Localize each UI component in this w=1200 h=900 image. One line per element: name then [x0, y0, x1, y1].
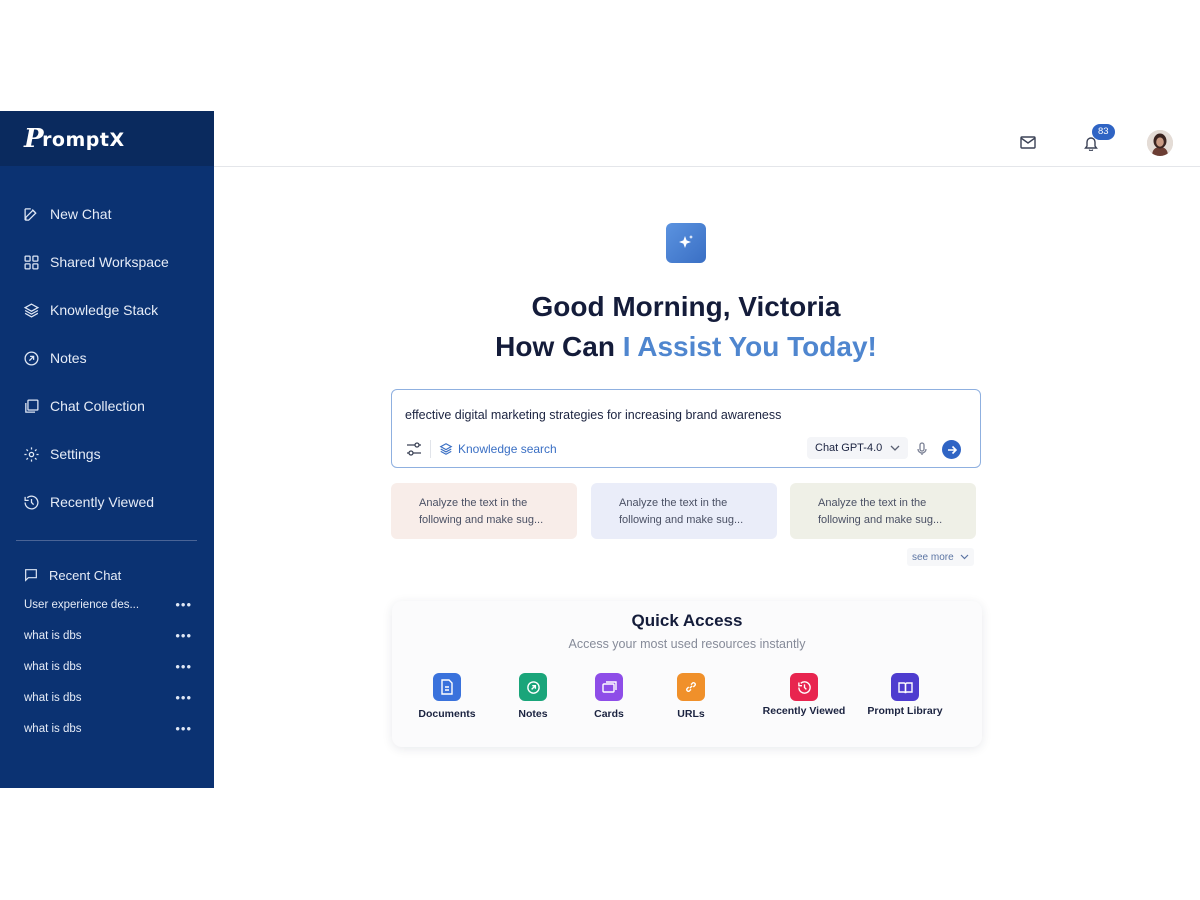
logo-bar: PromptX: [0, 111, 214, 166]
sidebar-item-knowledge-stack[interactable]: Knowledge Stack: [0, 286, 214, 334]
history-icon: [790, 673, 818, 701]
sidebar-item-recently-viewed[interactable]: Recently Viewed: [0, 478, 214, 526]
sidebar-item-notes[interactable]: Notes: [0, 334, 214, 382]
sidebar-item-shared-workspace[interactable]: Shared Workspace: [0, 238, 214, 286]
avatar-image: [1147, 130, 1173, 156]
quick-access-documents[interactable]: Documents: [397, 673, 497, 720]
sidebar-item-label: Settings: [50, 446, 101, 462]
knowledge-search-button[interactable]: Knowledge search: [439, 442, 557, 456]
filter-sliders-icon[interactable]: [406, 442, 422, 456]
sidebar-item-label: Recently Viewed: [50, 494, 155, 510]
chat-bubble-icon: [25, 569, 37, 582]
layers-icon: [439, 443, 453, 455]
sidebar-item-label: Shared Workspace: [50, 254, 169, 270]
send-button[interactable]: [942, 440, 961, 459]
see-more-button[interactable]: see more: [907, 548, 974, 566]
link-icon: [677, 673, 705, 701]
more-options-icon[interactable]: •••: [175, 597, 192, 612]
recent-chat-item[interactable]: User experience des... •••: [0, 589, 214, 620]
mail-icon[interactable]: [1020, 136, 1036, 149]
sidebar-item-settings[interactable]: Settings: [0, 430, 214, 478]
promptx-logo[interactable]: PromptX: [24, 126, 125, 152]
suggestion-card[interactable]: Analyze the text in the following and ma…: [391, 483, 577, 539]
recent-chat-item[interactable]: what is dbs •••: [0, 651, 214, 682]
quick-access-recently-viewed[interactable]: Recently Viewed: [739, 673, 869, 717]
main-content: Good Morning, Victoria How Can I Assist …: [214, 167, 1200, 788]
recent-chat-heading: Recent Chat: [0, 565, 214, 585]
sidebar-item-label: Knowledge Stack: [50, 302, 159, 318]
ai-sparkle-icon: [666, 223, 706, 263]
collection-icon: [25, 398, 39, 413]
chevron-down-icon: [890, 445, 900, 451]
quick-access-title: Quick Access: [631, 611, 743, 630]
more-options-icon[interactable]: •••: [175, 721, 192, 736]
quick-access-subtitle: Access your most used resources instantl…: [568, 637, 806, 651]
user-avatar[interactable]: [1147, 130, 1173, 156]
quick-access-urls[interactable]: URLs: [641, 673, 741, 720]
model-select[interactable]: Chat GPT-4.0: [807, 437, 909, 459]
sidebar-item-label: New Chat: [50, 206, 112, 222]
note-icon: [519, 673, 547, 701]
greeting-title: Good Morning, Victoria: [531, 291, 841, 322]
history-icon: [24, 495, 39, 510]
recent-chat-list: User experience des... ••• what is dbs •…: [0, 589, 214, 744]
quick-access-panel: Quick Access Access your most used resou…: [392, 601, 982, 747]
sidebar: PromptX New Chat Shared Workspace Knowle…: [0, 111, 214, 788]
top-bar: 83: [214, 111, 1200, 167]
book-icon: [891, 673, 919, 701]
sidebar-nav: New Chat Shared Workspace Knowledge Stac…: [0, 166, 214, 526]
sidebar-item-label: Notes: [50, 350, 87, 366]
notification-badge: 83: [1092, 124, 1115, 140]
more-options-icon[interactable]: •••: [175, 628, 192, 643]
gear-icon: [24, 446, 39, 462]
arrow-right-icon: [947, 445, 957, 454]
more-options-icon[interactable]: •••: [175, 690, 192, 705]
note-icon: [24, 350, 39, 366]
sidebar-item-new-chat[interactable]: New Chat: [0, 190, 214, 238]
app-frame: PromptX New Chat Shared Workspace Knowle…: [0, 111, 1200, 788]
recent-chat-item[interactable]: what is dbs •••: [0, 682, 214, 713]
chevron-down-icon: [960, 554, 969, 560]
cards-icon: [595, 673, 623, 701]
quick-access-prompt-library[interactable]: Prompt Library: [855, 673, 955, 717]
prompt-box[interactable]: effective digital marketing strategies f…: [391, 389, 981, 468]
prompt-input[interactable]: effective digital marketing strategies f…: [405, 408, 781, 422]
microphone-icon[interactable]: [917, 442, 927, 456]
recent-chat-item[interactable]: what is dbs •••: [0, 620, 214, 651]
document-icon: [433, 673, 461, 701]
recent-chat-item[interactable]: what is dbs •••: [0, 713, 214, 744]
sidebar-item-chat-collection[interactable]: Chat Collection: [0, 382, 214, 430]
suggestion-card[interactable]: Analyze the text in the following and ma…: [591, 483, 777, 539]
greeting-subtitle: How Can I Assist You Today!: [495, 331, 877, 362]
prompt-toolbar: Knowledge search: [406, 440, 557, 458]
layers-icon: [23, 302, 40, 318]
edit-icon: [24, 207, 37, 221]
sidebar-divider: [16, 540, 197, 541]
more-options-icon[interactable]: •••: [175, 659, 192, 674]
workspace-grid-icon: [24, 254, 39, 270]
suggestion-card[interactable]: Analyze the text in the following and ma…: [790, 483, 976, 539]
sidebar-item-label: Chat Collection: [50, 398, 145, 414]
